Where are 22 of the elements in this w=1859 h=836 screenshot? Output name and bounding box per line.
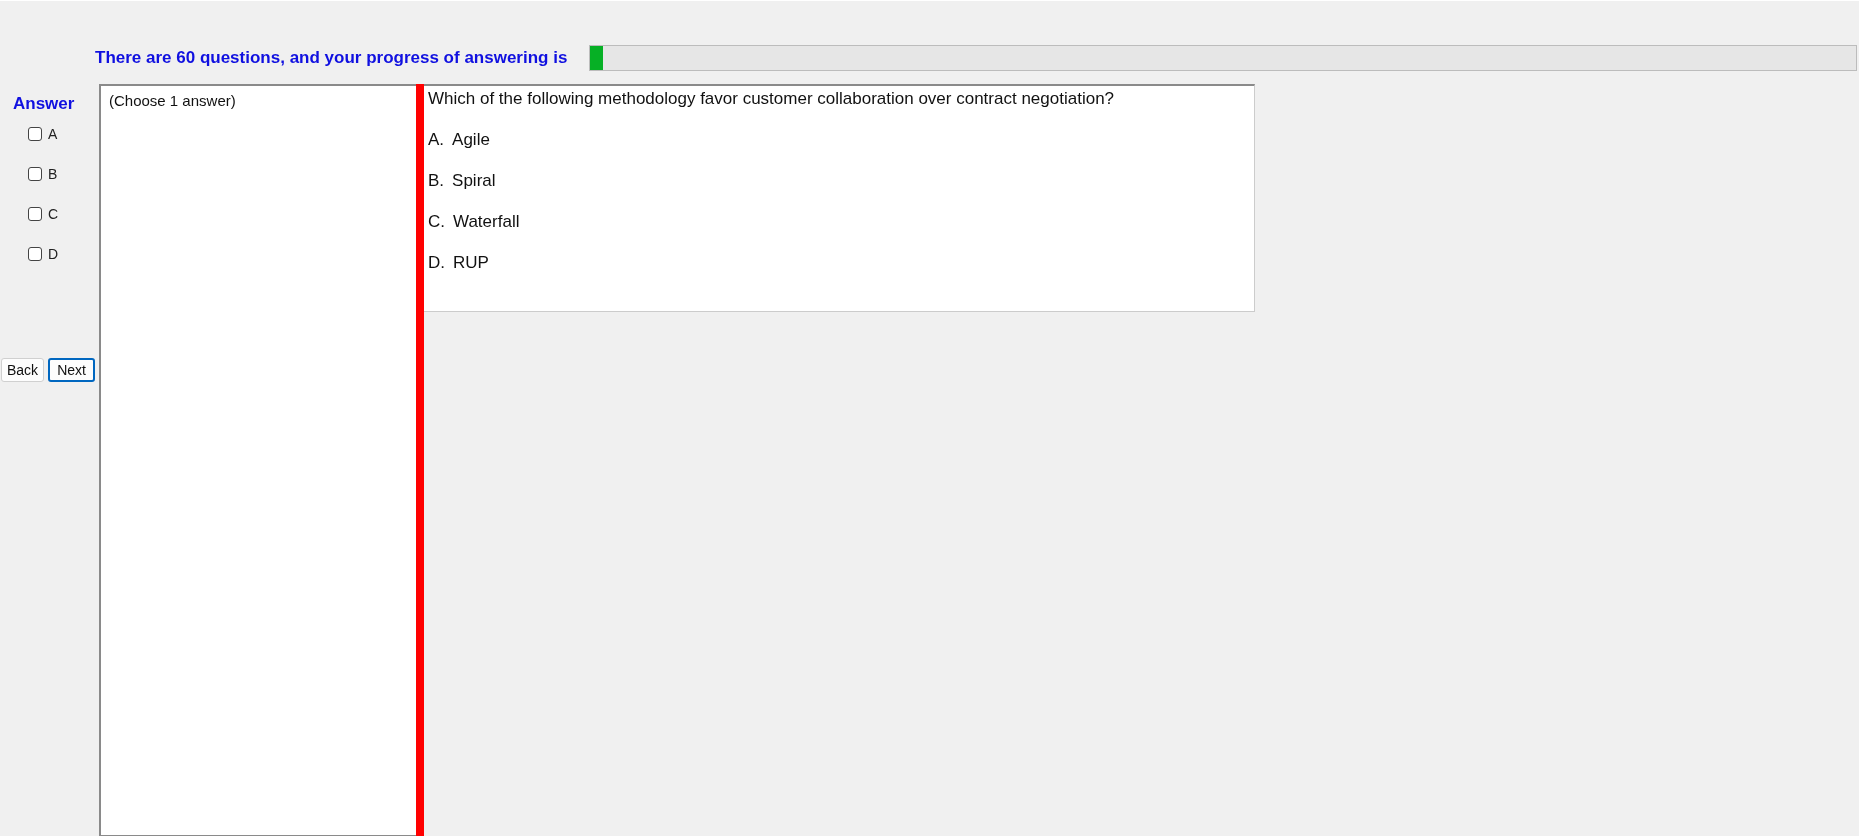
choice-text: RUP — [453, 253, 489, 273]
nav-button[interactable]: Next — [48, 358, 95, 382]
choice-letter: B. — [428, 171, 445, 191]
choice-letter: C. — [428, 212, 445, 232]
answer-checkbox[interactable] — [28, 127, 42, 141]
choice-text: Waterfall — [453, 212, 520, 232]
question-text: Which of the following methodology favor customer collaboration over contract negotiation? — [428, 89, 1116, 109]
progress-text: There are 60 questions, and your progress of answering is — [95, 48, 568, 68]
answer-checkbox[interactable] — [28, 207, 42, 221]
nav-button[interactable]: Back — [1, 358, 45, 382]
choice-letter: A. — [428, 130, 445, 150]
choice-text: Spiral — [452, 171, 496, 191]
answer-checkbox[interactable] — [28, 167, 42, 181]
choice-text: Agile — [452, 130, 490, 150]
option-letter: B — [48, 166, 58, 182]
option-letter: C — [48, 206, 59, 222]
option-letter: D — [48, 246, 59, 262]
answer-label: Answer — [13, 94, 76, 114]
option-letter: A — [48, 126, 58, 142]
choice-letter: D. — [428, 253, 445, 273]
instructions-text: (Choose 1 answer) — [109, 92, 237, 109]
answer-checkbox[interactable] — [28, 247, 42, 261]
